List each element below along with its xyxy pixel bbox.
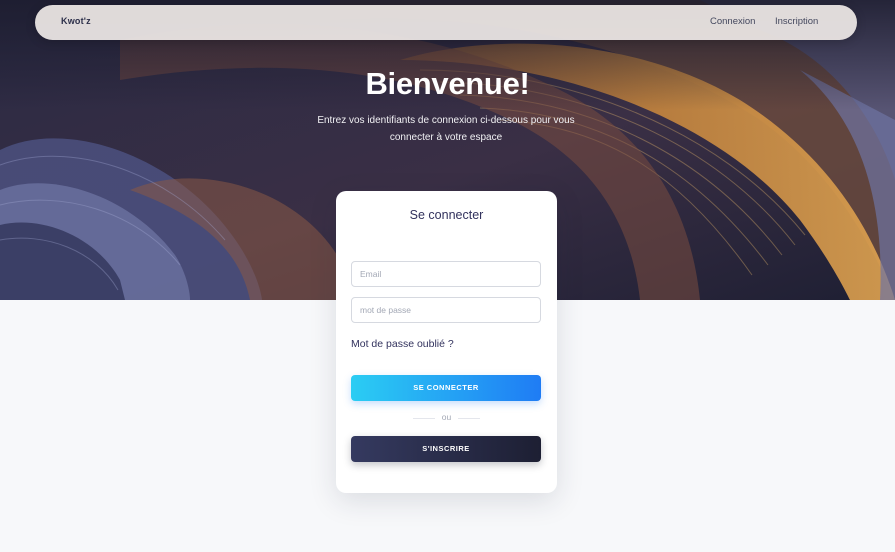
hero-title: Bienvenue! <box>365 66 530 101</box>
signup-button[interactable]: S'INSCRIRE <box>351 436 541 462</box>
nav-link-inscription[interactable]: Inscription <box>775 16 818 27</box>
forgot-password-link[interactable]: Mot de passe oublié ? <box>351 338 454 350</box>
top-navbar: Kwot'z Connexion Inscription <box>35 5 857 40</box>
login-card: Se connecter Mot de passe oublié ? SE CO… <box>336 191 557 493</box>
login-card-title: Se connecter <box>409 208 484 222</box>
brand-logo[interactable]: Kwot'z <box>61 16 91 26</box>
separator-line-right <box>458 418 480 419</box>
email-input[interactable] <box>351 261 541 287</box>
separator-text: ou <box>441 412 452 422</box>
hero-subtitle: Entrez vos identifiants de connexion ci-… <box>317 115 575 143</box>
login-page: Kwot'z Connexion Inscription Bienvenue! … <box>0 0 895 552</box>
login-button[interactable]: SE CONNECTER <box>351 375 541 401</box>
nav-link-connexion[interactable]: Connexion <box>710 16 755 27</box>
password-input[interactable] <box>351 297 541 323</box>
